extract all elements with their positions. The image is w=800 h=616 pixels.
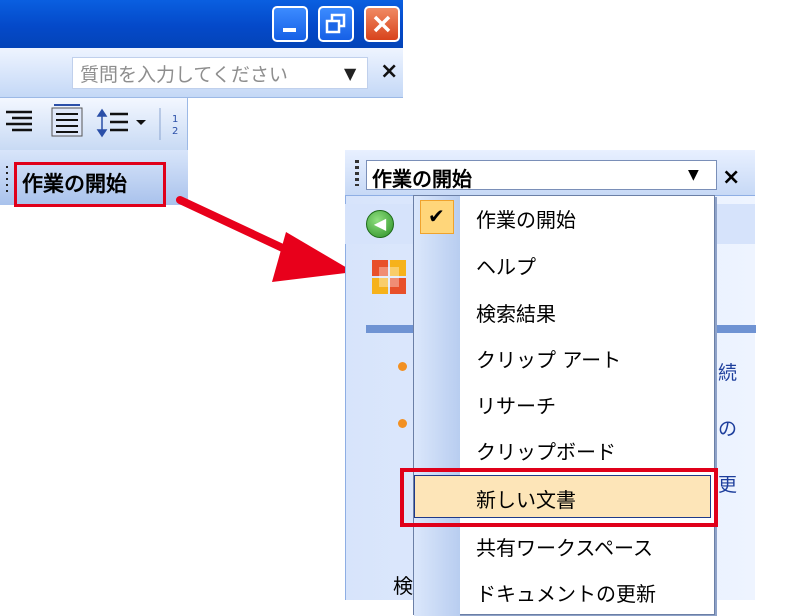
numbering-icon[interactable]: 1 2 <box>172 114 178 137</box>
formatting-toolbar: 1 2 <box>0 98 188 150</box>
restore-icon <box>325 13 346 34</box>
ask-question-placeholder: 質問を入力してください <box>80 64 288 86</box>
dropdown-item-research[interactable]: リサーチ <box>476 390 556 419</box>
dropdown-item-clip-art[interactable]: クリップ アート <box>476 344 621 373</box>
dropdown-item-getting-started[interactable]: 作業の開始 <box>476 204 576 233</box>
close-button[interactable] <box>364 6 400 42</box>
ask-close-button[interactable]: × <box>380 59 398 84</box>
task-pane-grip-icon[interactable] <box>355 160 359 186</box>
task-pane-dropdown-arrow-icon[interactable]: ▼ <box>688 167 699 183</box>
close-icon <box>373 15 391 33</box>
distributed-align-icon[interactable] <box>51 104 83 137</box>
search-label: 検 <box>393 574 413 598</box>
restore-button[interactable] <box>318 6 354 42</box>
minimize-button[interactable] <box>272 6 308 42</box>
task-pane-title[interactable]: 作業の開始 <box>372 163 472 192</box>
dropdown-item-shared-workspace[interactable]: 共有ワークスペース <box>476 532 653 561</box>
ask-dropdown-arrow-icon[interactable]: ▼ <box>344 64 356 83</box>
minimize-icon <box>283 28 296 32</box>
line-spacing-icon[interactable] <box>96 108 146 138</box>
svg-text:2: 2 <box>172 126 178 137</box>
checkmark-icon: ✔ <box>428 204 445 228</box>
dropdown-item-search-results[interactable]: 検索結果 <box>476 298 556 327</box>
bullet-icon <box>398 362 407 371</box>
dropdown-item-document-updates[interactable]: ドキュメントの更新 <box>476 578 656 607</box>
align-right-icon[interactable] <box>6 110 32 132</box>
task-pane-link-fragment[interactable]: の <box>718 414 737 441</box>
back-arrow-icon[interactable]: ◀ <box>366 210 394 238</box>
grip-handle-icon[interactable] <box>4 164 10 194</box>
dropdown-item-clipboard[interactable]: クリップボード <box>476 436 616 465</box>
task-pane-close-button[interactable]: × <box>722 165 740 190</box>
dropdown-icon-gutter <box>414 196 460 616</box>
svg-text:1: 1 <box>172 114 178 125</box>
task-pane-title-left[interactable]: 作業の開始 <box>22 168 127 198</box>
highlight-box-new-document <box>400 468 718 527</box>
task-pane-link-fragment[interactable]: 続 <box>718 358 737 385</box>
office-logo-icon <box>372 260 406 294</box>
dropdown-item-help[interactable]: ヘルプ <box>476 251 536 280</box>
task-pane-link-fragment[interactable]: 更 <box>718 470 737 497</box>
bullet-icon <box>398 419 407 428</box>
